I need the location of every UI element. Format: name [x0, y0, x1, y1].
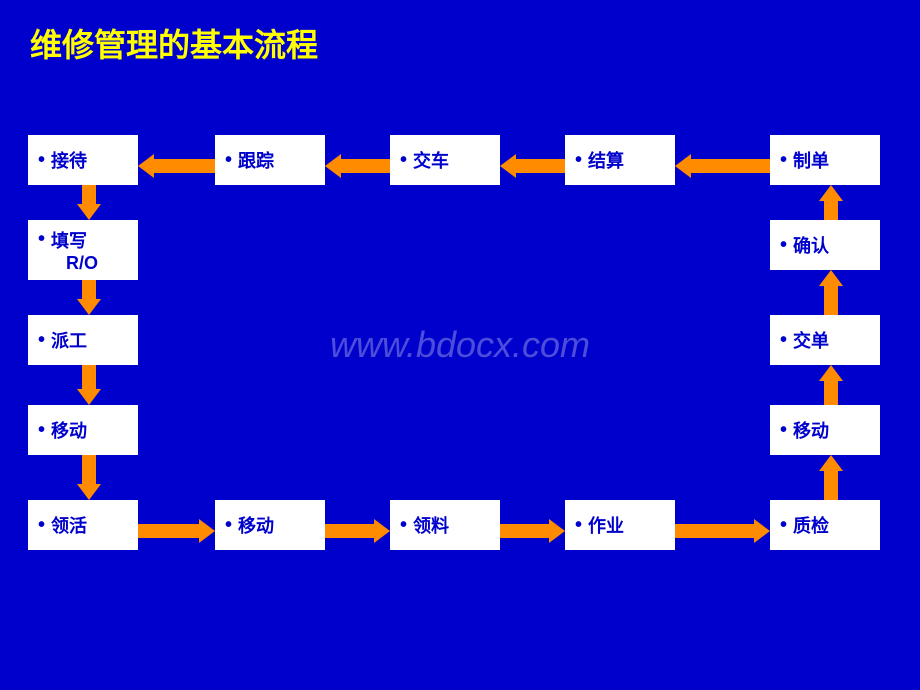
box-yidong3: • 移动 — [215, 500, 325, 550]
arrow-yidong3-to-lingliao — [325, 517, 390, 545]
label-genzong: 跟踪 — [238, 147, 274, 173]
label-zhijian: 质检 — [793, 512, 829, 538]
arrow-yidong2-to-jiaodan — [817, 365, 845, 405]
arrow-genzong-to-jiedai — [138, 152, 215, 180]
label-lingliao: 领料 — [413, 512, 449, 538]
arrow-paigong-to-yidong1 — [75, 365, 103, 405]
box-paigong: • 派工 — [28, 315, 138, 365]
arrow-zhijian-to-yidong2 — [817, 455, 845, 500]
arrow-linghuo-to-yidong3 — [138, 517, 215, 545]
page-title: 维修管理的基本流程 — [30, 20, 318, 66]
label-zuoye: 作业 — [588, 512, 624, 538]
arrow-zhidan-to-jiesuan — [675, 152, 770, 180]
label-yidong3: 移动 — [238, 512, 274, 538]
arrow-jiaoche-to-genzong — [325, 152, 390, 180]
bullet-jiedai: • — [38, 149, 45, 172]
watermark: www.bdocx.com — [330, 324, 590, 366]
label-jiaodan: 交单 — [793, 327, 829, 353]
label-paigong: 派工 — [51, 327, 87, 353]
label-jiesuan: 结算 — [588, 147, 624, 173]
box-yidong2: • 移动 — [770, 405, 880, 455]
box-genzong: • 跟踪 — [215, 135, 325, 185]
label-tiexie-ro: R/O — [66, 253, 98, 273]
arrow-jiesuan-to-jiaoche — [500, 152, 565, 180]
label-jiaoche: 交车 — [413, 147, 449, 173]
box-jiedai: • 接待 — [28, 135, 138, 185]
box-zuoye: • 作业 — [565, 500, 675, 550]
label-jiedai: 接待 — [51, 147, 87, 173]
box-zhidan: • 制单 — [770, 135, 880, 185]
arrow-queren-to-zhidan — [817, 185, 845, 220]
arrow-yidong1-to-linghuo — [75, 455, 103, 500]
box-yidong1: • 移动 — [28, 405, 138, 455]
label-queren: 确认 — [793, 232, 829, 258]
arrow-jiaodan-to-queren — [817, 270, 845, 315]
label-tiexie: 填写 — [51, 227, 87, 253]
box-jiesuan: • 结算 — [565, 135, 675, 185]
box-jiaodan: • 交单 — [770, 315, 880, 365]
box-linghuo: • 领活 — [28, 500, 138, 550]
box-queren: • 确认 — [770, 220, 880, 270]
label-linghuo: 领活 — [51, 512, 87, 538]
arrow-jiedai-to-tiexie — [75, 185, 103, 220]
arrow-zuoye-to-zhijian — [675, 517, 770, 545]
arrow-lingliao-to-zuoye — [500, 517, 565, 545]
box-lingliao: • 领料 — [390, 500, 500, 550]
label-zhidan: 制单 — [793, 147, 829, 173]
label-yidong1: 移动 — [51, 417, 87, 443]
box-jiaoche: • 交车 — [390, 135, 500, 185]
box-tiexie: • 填写 R/O — [28, 220, 138, 280]
box-zhijian: • 质检 — [770, 500, 880, 550]
arrow-tiexie-to-paigong — [75, 280, 103, 315]
label-yidong2: 移动 — [793, 417, 829, 443]
